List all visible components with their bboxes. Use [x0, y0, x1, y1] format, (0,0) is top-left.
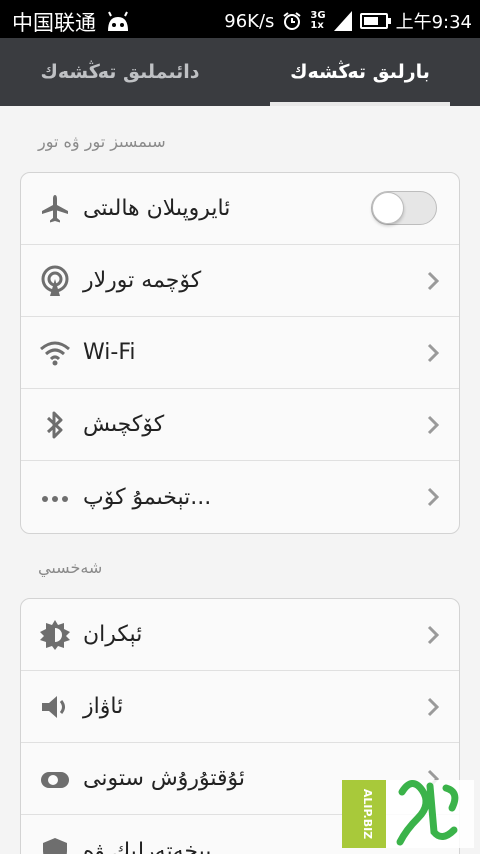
settings-item-sound[interactable]: ئاۋاز	[21, 671, 459, 743]
settings-item-label: بىخەتەرلىك ۋە	[83, 838, 212, 854]
wireless-card: ئايروپىلان ھالىتى كۆچمە تورلار Wi-Fi كۆك…	[20, 172, 460, 534]
settings-item-label: كۆكچىش	[83, 412, 165, 437]
settings-item-label: Wi-Fi	[83, 340, 136, 365]
status-bar: 中国联通 96K/s 3G 1x 上午9:34	[0, 0, 480, 38]
settings-item-airplane-mode[interactable]: ئايروپىلان ھالىتى	[21, 173, 459, 245]
antenna-icon	[41, 265, 69, 296]
airplane-icon	[42, 195, 68, 223]
tab-all-settings[interactable]: بارلىق تەڭشەك	[240, 38, 480, 106]
settings-item-label: تېخىمۇ كۆپ...	[83, 484, 212, 510]
toggle-knob[interactable]	[372, 192, 404, 224]
alarm-clock-icon	[283, 12, 302, 30]
chevron-right-icon	[427, 343, 439, 363]
tab-label: دائىملىق تەڭشەك	[40, 61, 200, 83]
brightness-icon	[40, 620, 70, 650]
speaker-icon	[42, 696, 65, 718]
notification-toggle-icon	[41, 772, 69, 788]
chevron-right-icon	[427, 487, 439, 507]
settings-item-mobile-networks[interactable]: كۆچمە تورلار	[21, 245, 459, 317]
settings-item-wifi[interactable]: Wi-Fi	[21, 317, 459, 389]
security-icon	[43, 838, 67, 854]
settings-list[interactable]: سىمسىز تور ۋە تور ئايروپىلان ھالىتى كۆچم…	[0, 106, 480, 854]
wifi-icon	[40, 341, 70, 366]
tab-label: بارلىق تەڭشەك	[290, 61, 430, 83]
chevron-right-icon	[427, 625, 439, 645]
chevron-right-icon	[427, 697, 439, 717]
settings-item-label: ئاۋاز	[83, 694, 124, 719]
clock: 上午9:34	[395, 12, 472, 33]
settings-item-label: ئايروپىلان ھالىتى	[83, 196, 231, 221]
tab-bar: بارلىق تەڭشەك دائىملىق تەڭشەك	[0, 38, 480, 106]
bluetooth-icon	[46, 411, 63, 439]
settings-item-display[interactable]: ئېكران	[21, 599, 459, 671]
watermark-text: ALIP.BIZ	[361, 789, 374, 839]
settings-item-bluetooth[interactable]: كۆكچىش	[21, 389, 459, 461]
chevron-right-icon	[427, 271, 439, 291]
watermark-logo: ALIP.BIZ	[342, 780, 474, 848]
settings-item-more[interactable]: تېخىمۇ كۆپ...	[21, 461, 459, 533]
tab-common-settings[interactable]: دائىملىق تەڭشەك	[0, 38, 240, 106]
airplane-mode-toggle[interactable]	[371, 191, 437, 225]
android-icon	[108, 11, 128, 31]
signal-icon	[333, 11, 352, 31]
settings-item-label: كۆچمە تورلار	[83, 268, 202, 293]
section-title-wireless: سىمسىز تور ۋە تور	[38, 132, 166, 151]
network-type-indicator: 3G 1x	[310, 10, 326, 31]
battery-icon	[359, 13, 391, 29]
carrier-name: 中国联通	[12, 11, 96, 35]
chevron-right-icon	[427, 415, 439, 435]
section-title-personal: شەخسىي	[38, 558, 103, 577]
more-icon	[42, 496, 68, 502]
settings-item-label: ئۇقتۇرۇش ستونى	[83, 766, 246, 791]
net-speed: 96K/s	[224, 10, 275, 32]
settings-item-label: ئېكران	[83, 622, 143, 647]
